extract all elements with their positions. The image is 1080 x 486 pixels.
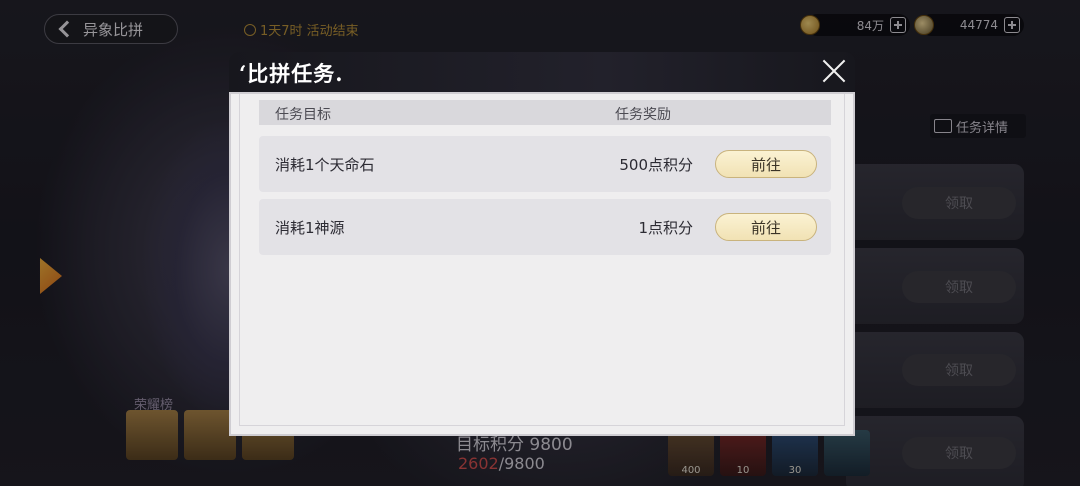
modal-body: 任务目标 任务奖励 消耗1个天命石 500点积分 前往 消耗1神源 1点积分 前… xyxy=(229,92,855,436)
task-row: 消耗1个天命石 500点积分 前往 xyxy=(259,136,831,192)
col-reward-header: 任务奖励 xyxy=(615,107,671,123)
modal-header: ‘比拼任务. xyxy=(229,52,855,92)
task-reward: 500点积分 xyxy=(619,156,693,174)
go-button[interactable]: 前往 xyxy=(715,150,817,178)
go-button[interactable]: 前往 xyxy=(715,213,817,241)
task-goal: 消耗1神源 xyxy=(275,219,345,237)
task-goal: 消耗1个天命石 xyxy=(275,156,375,174)
task-row: 消耗1神源 1点积分 前往 xyxy=(259,199,831,255)
close-icon[interactable] xyxy=(821,58,847,84)
col-goal-header: 任务目标 xyxy=(275,107,331,123)
task-modal: ‘比拼任务. 任务目标 任务奖励 消耗1个天命石 500点积分 前往 消耗1神源… xyxy=(229,52,855,436)
task-table-header: 任务目标 任务奖励 xyxy=(259,100,831,125)
task-reward: 1点积分 xyxy=(638,219,693,237)
modal-title: ‘比拼任务. xyxy=(239,61,344,86)
